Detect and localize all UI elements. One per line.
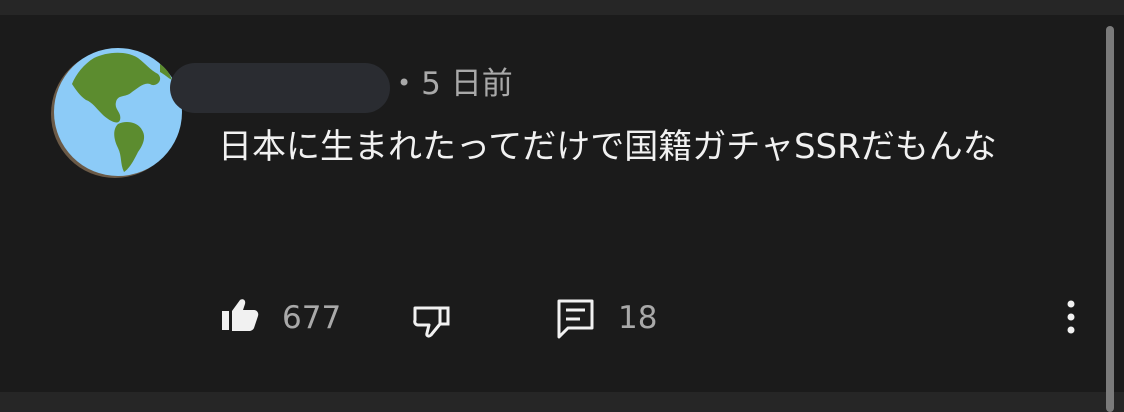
comment-time[interactable]: 5 日前 [421, 66, 513, 102]
comment-meta: • 5 日前 [397, 62, 513, 106]
thumbs-down-icon [413, 306, 450, 338]
more-vertical-icon [1067, 300, 1075, 334]
bottom-border [0, 392, 1124, 412]
like-count: 677 [282, 300, 342, 336]
separator-dot: • [397, 69, 412, 97]
scrollbar[interactable] [1106, 26, 1114, 412]
dislike-button[interactable] [412, 302, 452, 342]
globe-americas-icon [51, 48, 182, 178]
reply-count: 18 [618, 300, 658, 336]
top-border [0, 0, 1124, 15]
author-name-redacted[interactable] [170, 63, 390, 113]
like-button[interactable] [220, 296, 260, 336]
reply-button[interactable] [556, 298, 596, 340]
comment-icon [557, 299, 594, 339]
thumbs-up-icon [222, 299, 259, 331]
more-options-button[interactable] [1060, 298, 1082, 338]
comment-text: 日本に生まれたってだけで国籍ガチャSSRだもんな [218, 127, 997, 167]
avatar[interactable] [46, 44, 184, 182]
